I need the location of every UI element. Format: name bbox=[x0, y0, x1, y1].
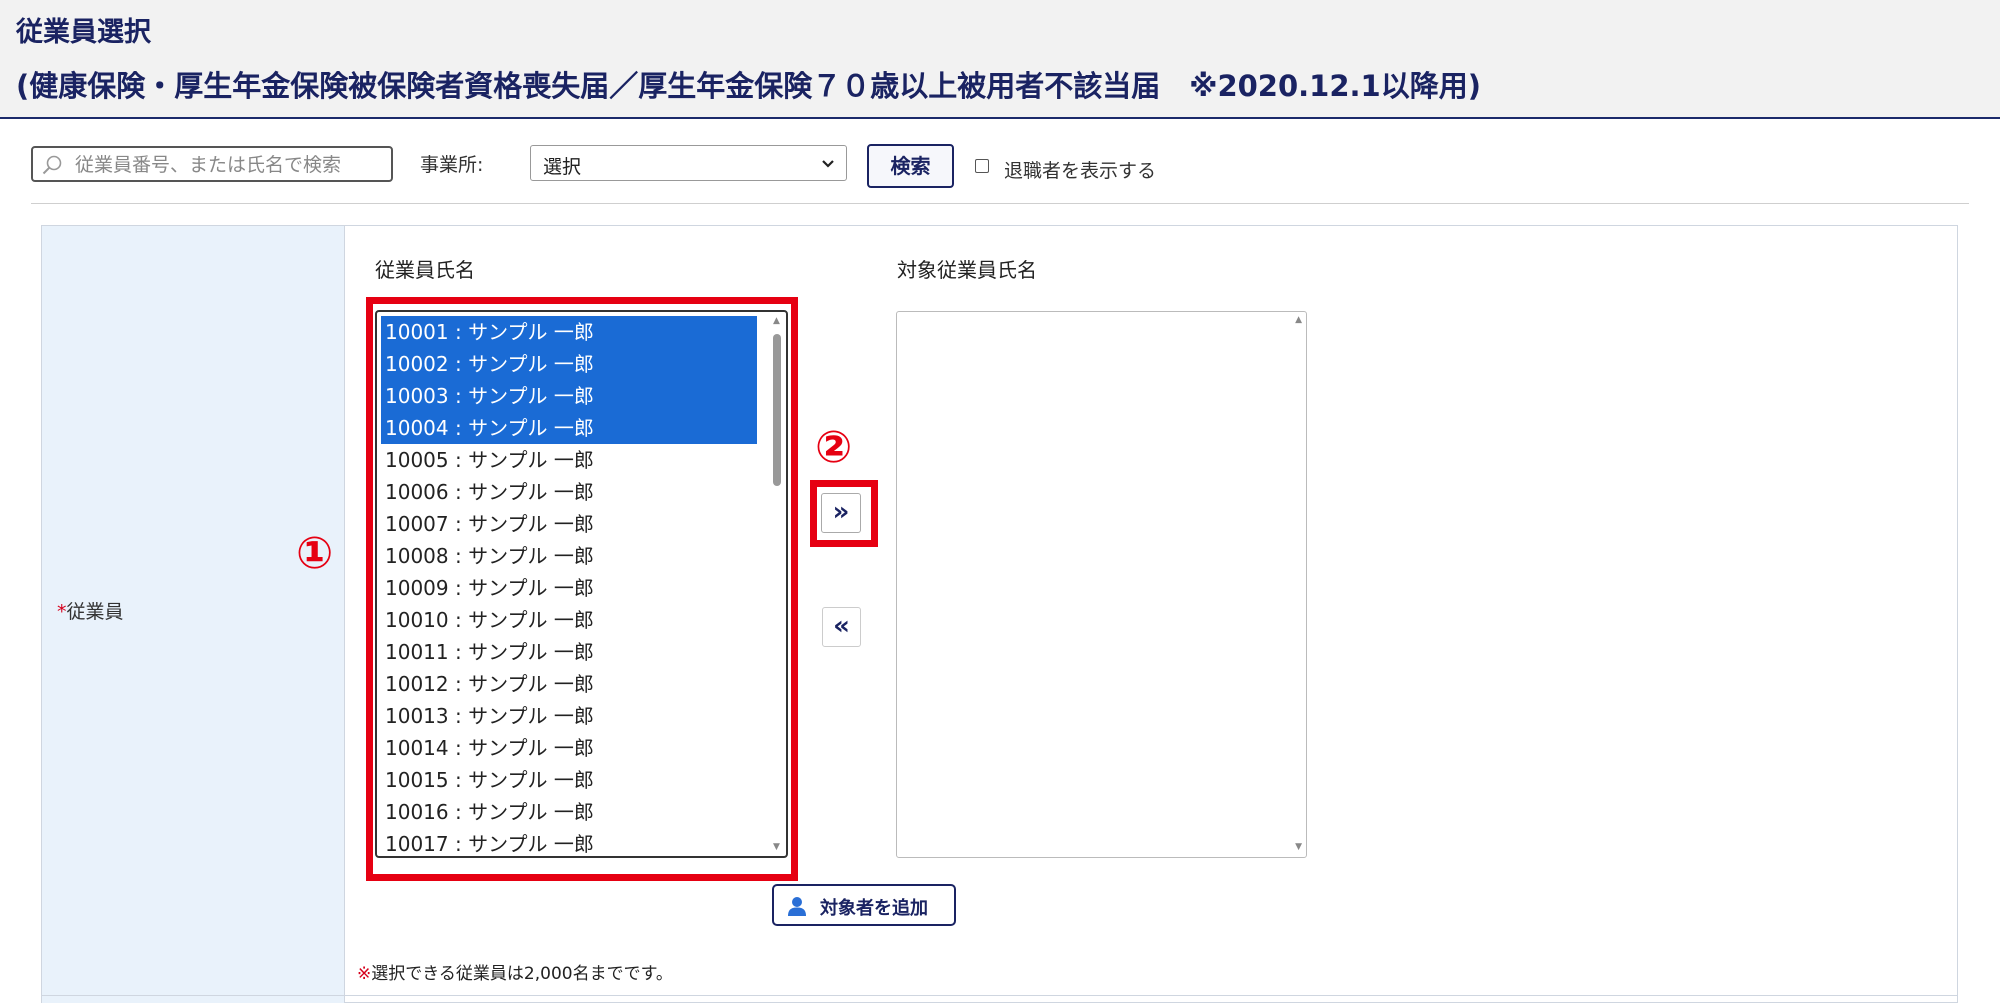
scroll-up-icon[interactable]: ▲ bbox=[1295, 315, 1302, 325]
search-button[interactable]: 検索 bbox=[867, 144, 954, 188]
show-retired-label: 退職者を表示する bbox=[1004, 160, 1157, 182]
office-select-value: 選択 bbox=[543, 156, 582, 178]
target-list-header: 対象従業員氏名 bbox=[897, 258, 1037, 282]
employee-field-label: *従業員 bbox=[57, 597, 124, 624]
add-target-button[interactable]: 対象者を追加 bbox=[772, 884, 956, 926]
search-icon bbox=[42, 155, 62, 175]
selection-limit-note: ※選択できる従業員は2,000名までです。 bbox=[357, 959, 673, 984]
show-retired-checkbox[interactable] bbox=[975, 159, 989, 173]
page-subtitle: (健康保険・厚生年金保険被保険者資格喪失届／厚生年金保険７０歳以上被用者不該当届… bbox=[16, 69, 1481, 103]
note-mark: ※ bbox=[357, 964, 372, 984]
move-left-button[interactable]: « bbox=[822, 607, 861, 647]
annotation-marker-1: ① bbox=[296, 528, 334, 579]
annotation-highlight-move-button bbox=[810, 480, 878, 547]
note-text: 選択できる従業員は2,000名までです。 bbox=[371, 964, 673, 984]
search-input[interactable] bbox=[73, 151, 389, 179]
office-label: 事業所: bbox=[420, 154, 484, 176]
page-title: 従業員選択 bbox=[16, 17, 151, 48]
divider bbox=[31, 203, 1969, 204]
required-mark: * bbox=[57, 601, 67, 623]
add-target-label: 対象者を追加 bbox=[820, 898, 928, 919]
user-icon bbox=[788, 897, 806, 916]
search-box[interactable] bbox=[31, 146, 393, 182]
annotation-marker-2: ② bbox=[815, 422, 853, 473]
scroll-down-icon[interactable]: ▼ bbox=[1295, 842, 1302, 852]
office-select[interactable]: 選択 bbox=[530, 145, 847, 181]
employee-label-text: 従業員 bbox=[66, 601, 124, 623]
employee-list-header: 従業員氏名 bbox=[375, 258, 475, 282]
chevron-down-icon bbox=[822, 160, 834, 168]
annotation-highlight-list bbox=[366, 297, 798, 881]
target-employee-listbox[interactable]: ▲ ▼ bbox=[896, 311, 1307, 858]
row-divider bbox=[42, 995, 1957, 996]
